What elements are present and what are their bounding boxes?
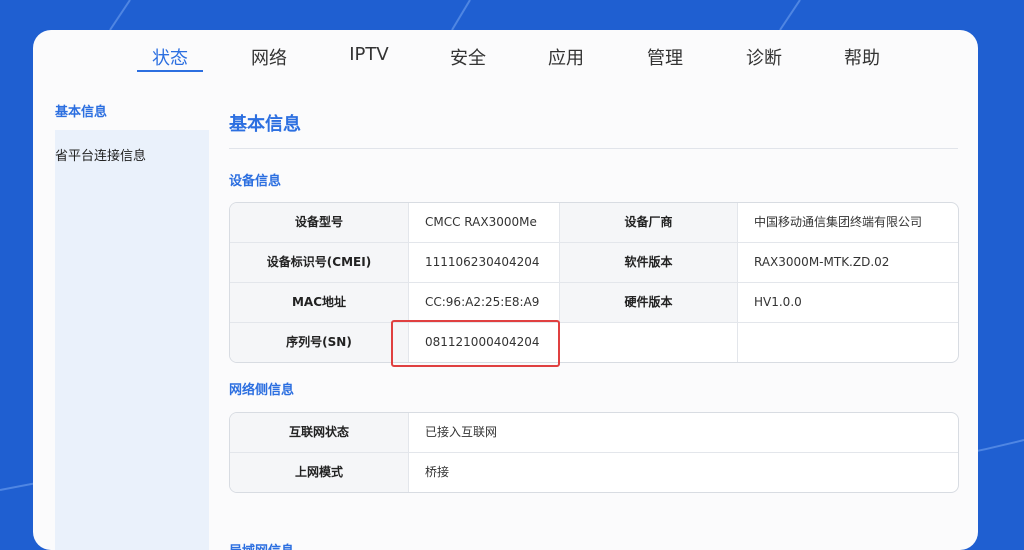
manufacturer-value: 中国移动通信集团终端有限公司 xyxy=(754,215,923,229)
hardware-version-label: 硬件版本 xyxy=(560,283,737,322)
content-area: 基本信息 设备信息 设备型号 CMCC RAX3000Me 设备厂商 中国移动通… xyxy=(229,90,959,550)
sidebar: 基本信息 省平台连接信息 xyxy=(55,90,209,550)
network-info-table: 互联网状态 已接入互联网 上网模式 桥接 xyxy=(229,412,959,493)
manufacturer-label: 设备厂商 xyxy=(560,203,737,242)
tab-apps[interactable]: 应用 xyxy=(541,44,591,74)
empty-label-cell xyxy=(560,323,737,362)
hardware-version-value: HV1.0.0 xyxy=(754,295,802,309)
cmei-label: 设备标识号(CMEI) xyxy=(230,243,408,282)
cmei-value: 111106230404204 xyxy=(425,255,540,269)
sidebar-item-platform-connection[interactable]: 省平台连接信息 xyxy=(55,134,209,174)
device-model-value: CMCC RAX3000Me xyxy=(425,215,537,229)
empty-value-cell xyxy=(738,323,958,362)
mac-value: CC:96:A2:25:E8:A9 xyxy=(425,295,540,309)
tab-network[interactable]: 网络 xyxy=(244,44,294,74)
serial-number-highlight-box xyxy=(391,320,560,367)
serial-number-label: 序列号(SN) xyxy=(230,323,408,362)
table-row: 序列号(SN) 081121000404204 xyxy=(230,323,958,362)
sidebar-item-label: 基本信息 xyxy=(55,105,108,120)
sidebar-item-basic-info[interactable]: 基本信息 xyxy=(55,90,209,130)
table-row: 设备型号 CMCC RAX3000Me 设备厂商 中国移动通信集团终端有限公司 xyxy=(230,203,958,243)
software-version-value: RAX3000M-MTK.ZD.02 xyxy=(754,255,890,269)
access-mode-value: 桥接 xyxy=(425,465,450,479)
tab-management[interactable]: 管理 xyxy=(640,44,690,74)
lan-info-heading: 局域网信息 xyxy=(229,540,294,550)
tab-iptv[interactable]: IPTV xyxy=(341,44,397,74)
top-navigation: 状态 网络 IPTV 安全 应用 管理 诊断 帮助 xyxy=(33,30,978,86)
sidebar-item-label: 省平台连接信息 xyxy=(55,149,147,164)
software-version-label: 软件版本 xyxy=(560,243,737,282)
tab-help[interactable]: 帮助 xyxy=(837,44,887,74)
title-divider xyxy=(229,148,958,149)
tab-security[interactable]: 安全 xyxy=(443,44,493,74)
device-model-label: 设备型号 xyxy=(230,203,408,242)
main-panel: 状态 网络 IPTV 安全 应用 管理 诊断 帮助 基本信息 省平台连接信息 基… xyxy=(33,30,978,550)
table-row: 上网模式 桥接 xyxy=(230,453,958,492)
network-info-heading: 网络侧信息 xyxy=(229,383,295,398)
table-row: MAC地址 CC:96:A2:25:E8:A9 硬件版本 HV1.0.0 xyxy=(230,283,958,323)
internet-status-value: 已接入互联网 xyxy=(425,425,498,439)
table-row: 设备标识号(CMEI) 111106230404204 软件版本 RAX3000… xyxy=(230,243,958,283)
active-tab-indicator xyxy=(137,70,203,72)
table-row: 互联网状态 已接入互联网 xyxy=(230,413,958,453)
device-info-heading: 设备信息 xyxy=(229,174,282,189)
device-info-table: 设备型号 CMCC RAX3000Me 设备厂商 中国移动通信集团终端有限公司 … xyxy=(229,202,959,363)
internet-status-label: 互联网状态 xyxy=(230,413,408,452)
page-title: 基本信息 xyxy=(229,114,301,135)
access-mode-label: 上网模式 xyxy=(230,453,408,492)
mac-label: MAC地址 xyxy=(230,283,408,322)
tab-diagnostics[interactable]: 诊断 xyxy=(739,44,789,74)
